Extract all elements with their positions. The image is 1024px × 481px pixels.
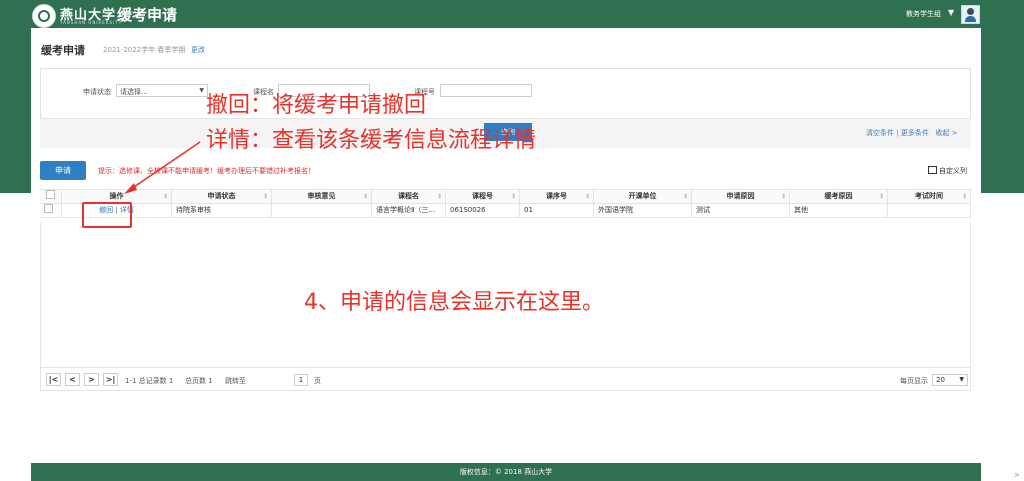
sort-icon[interactable]: ⇕ (263, 190, 268, 203)
jump-label: 跳转至 (225, 377, 246, 385)
col-header[interactable]: 课程号 ⇕ (446, 190, 520, 203)
chevron-down-icon: ▼ (199, 87, 204, 94)
sort-icon[interactable]: ⇕ (437, 190, 442, 203)
table-header-row: 操作 ⇕ 申请状态 ⇕ 审核意见 ⇕ 课程名 ⇕ 课程号 ⇕ 课序号 ⇕ 开课单位 ⇕ 申请原… (40, 189, 971, 204)
filter-links: 清空条件 | 更多条件 收起 > (866, 128, 958, 138)
col-header[interactable]: 课序号 ⇕ (520, 190, 594, 203)
exam-time-cell (888, 204, 971, 217)
page-title: 缓考申请 (41, 44, 85, 57)
col-header[interactable]: 申请状态 ⇕ (172, 190, 272, 203)
brand-sub: YANSHAN UNIVERSITY (60, 20, 123, 25)
annotation-highlight-box (82, 202, 132, 228)
sort-icon[interactable]: ⇕ (363, 190, 368, 203)
sort-icon[interactable]: ⇕ (163, 190, 168, 203)
course-name-cell: 语言学概论Ⅱ（三... (372, 204, 446, 217)
select-all-cell (40, 190, 62, 203)
jump-input[interactable]: 1 (294, 374, 308, 386)
sort-icon[interactable]: ⇕ (511, 190, 516, 203)
status-label: 申请状态 (83, 88, 111, 96)
apply-reason-cell: 测试 (692, 204, 790, 217)
course-no-cell: 061S0026 (446, 204, 520, 217)
university-logo-icon (32, 4, 56, 28)
avatar[interactable] (961, 5, 980, 24)
col-header[interactable]: 考试时间 ⇕ (888, 190, 971, 203)
scroll-right-icon[interactable]: > (1014, 471, 1020, 479)
prev-page-button[interactable]: < (65, 373, 80, 386)
review-cell (272, 204, 372, 217)
col-header[interactable]: 开课单位 ⇕ (594, 190, 692, 203)
more-conditions-link[interactable]: 更多条件 (901, 129, 929, 137)
footer: 版权信息：© 2018 燕山大学 (31, 463, 981, 481)
course-no-input[interactable] (440, 84, 532, 97)
col-header[interactable]: 课程名 ⇕ (372, 190, 446, 203)
user-menu[interactable]: 教务学生组 (906, 9, 941, 19)
department-cell: 外国语学院 (594, 204, 692, 217)
col-header[interactable]: 缓考原因 ⇕ (790, 190, 888, 203)
last-page-button[interactable]: >| (103, 373, 118, 386)
term-label: 2021-2022学年 春季学期 (103, 46, 186, 54)
status-select-value: 请选择... (120, 88, 148, 96)
seq-no-cell: 01 (520, 204, 594, 217)
tip-text: 提示：选修课、全校课不能申请缓考！缓考办理后不要错过补考报名！ (98, 167, 315, 175)
detail-annotation: 详情：查看该条缓考信息流程详情 (206, 128, 537, 153)
row-checkbox[interactable] (44, 204, 53, 213)
sort-icon[interactable]: ⇕ (781, 190, 786, 203)
pager: |< < > >| 1-1 总记录数 1 总页数 1 跳转至 1 页 每页显示 … (40, 367, 971, 391)
status-cell: 待院系审核 (172, 204, 272, 217)
col-header[interactable]: 申请原因 ⇕ (692, 190, 790, 203)
row-select-cell (40, 204, 62, 217)
total-pages: 总页数 1 (185, 377, 213, 385)
page-size-select[interactable]: 20 ▼ (932, 374, 968, 386)
defer-exam-table: 操作 ⇕ 申请状态 ⇕ 审核意见 ⇕ 课程名 ⇕ 课程号 ⇕ 课序号 ⇕ 开课单位 ⇕ 申请原… (40, 189, 971, 218)
sort-icon[interactable]: ⇕ (683, 190, 688, 203)
first-page-button[interactable]: |< (46, 373, 61, 386)
info-annotation: 4、申请的信息会显示在这里。 (304, 290, 604, 315)
custom-columns-label: 自定义列 (939, 167, 967, 175)
withdraw-annotation: 撤回：将缓考申请撤回 (206, 93, 427, 118)
columns-icon (928, 166, 937, 174)
app-title: 缓考申请 (117, 6, 178, 24)
chevron-down-icon: ▼ (959, 376, 964, 383)
select-all-checkbox[interactable] (46, 190, 55, 199)
custom-columns-button[interactable]: 自定义列 (928, 166, 967, 176)
collapse-link[interactable]: 收起 > (936, 129, 958, 137)
page-size-value: 20 (936, 376, 945, 384)
col-header[interactable]: 审核意见 ⇕ (272, 190, 372, 203)
chevron-down-icon[interactable]: ▼ (948, 8, 954, 17)
sort-icon[interactable]: ⇕ (879, 190, 884, 203)
clear-conditions-link[interactable]: 清空条件 (866, 129, 894, 137)
defer-reason-cell: 其他 (790, 204, 888, 217)
table-row: 撤回 | 详情 待院系审核 语言学概论Ⅱ（三... 061S0026 01 外国… (40, 204, 971, 218)
sort-icon[interactable]: ⇕ (962, 190, 967, 203)
change-term-link[interactable]: 更改 (191, 45, 205, 55)
page-size-label: 每页显示 (900, 377, 928, 385)
apply-button[interactable]: 申请 (40, 161, 86, 180)
sort-icon[interactable]: ⇕ (585, 190, 590, 203)
page-unit: 页 (314, 377, 321, 385)
record-summary: 1-1 总记录数 1 (125, 377, 174, 385)
next-page-button[interactable]: > (84, 373, 99, 386)
link-separator: | (896, 129, 899, 137)
status-select[interactable]: 请选择... ▼ (116, 84, 208, 97)
